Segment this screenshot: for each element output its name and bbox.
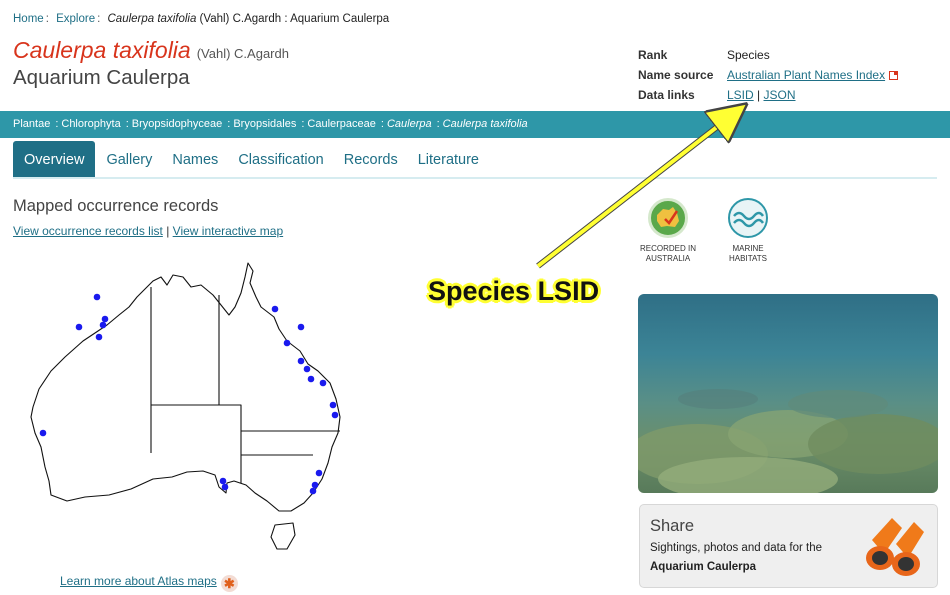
classification-bar: Plantae: Chlorophyta: Bryopsidophyceae: Bry… xyxy=(0,111,950,138)
occurrence-heading: Mapped occurrence records xyxy=(13,197,219,215)
breadcrumb-separator: : xyxy=(45,13,49,25)
occurrence-dot[interactable] xyxy=(95,333,103,341)
occurrence-dot[interactable] xyxy=(39,429,47,437)
share-box[interactable]: Share Sightings, photos and data for the… xyxy=(639,504,938,588)
occurrence-dot[interactable] xyxy=(219,477,227,485)
taxonomy-separator: : xyxy=(55,118,59,130)
data-links-label: Data links xyxy=(638,88,695,102)
occurrence-map[interactable] xyxy=(25,257,355,562)
taxonomy-separator: : xyxy=(125,118,129,130)
occurrence-dot[interactable] xyxy=(75,323,83,331)
share-text: Sightings, photos and data for the xyxy=(650,542,822,554)
occurrence-dot[interactable] xyxy=(319,379,327,387)
interactive-map-link[interactable]: View interactive map xyxy=(173,224,284,238)
marine-habitats-badge[interactable]: MARINE HABITATS xyxy=(728,198,768,264)
binoculars-icon xyxy=(866,518,924,576)
taxonomy-link[interactable]: Bryopsidales xyxy=(233,118,296,130)
share-heading: Share xyxy=(650,517,695,535)
learn-maps-link[interactable]: Learn more about Atlas maps xyxy=(60,574,217,588)
occurrence-dot[interactable] xyxy=(101,315,109,323)
name-source-link[interactable]: Australian Plant Names Index xyxy=(727,68,885,82)
common-name: Aquarium Caulerpa xyxy=(13,66,190,89)
tab-bar: Overview Gallery Names Classification Record… xyxy=(13,141,489,179)
breadcrumb-current-rest: (Vahl) C.Agardh : Aquarium Caulerpa xyxy=(196,13,390,25)
tab-names[interactable]: Names xyxy=(162,141,228,179)
occurrence-dot[interactable] xyxy=(309,487,317,495)
json-link[interactable]: JSON xyxy=(764,88,796,102)
occurrence-dot[interactable] xyxy=(331,411,339,419)
badge-line2: HABITATS xyxy=(729,254,767,263)
taxonomy-separator: : xyxy=(380,118,384,130)
taxonomy-link[interactable]: Caulerpa xyxy=(387,118,432,130)
recorded-in-australia-badge[interactable]: RECORDED IN AUSTRALIA xyxy=(640,198,696,264)
australia-outline xyxy=(30,262,341,512)
page-title: Caulerpa taxifolia (Vahl) C.Agardh xyxy=(13,37,289,64)
rank-label: Rank xyxy=(638,48,668,62)
badge-line1: RECORDED IN xyxy=(640,244,697,253)
badge-line1: MARINE xyxy=(732,244,764,253)
badge-line2: AUSTRALIA xyxy=(645,254,691,263)
occurrence-list-link[interactable]: View occurrence records list xyxy=(13,224,163,238)
state-borders xyxy=(150,287,340,483)
occurrence-dot[interactable] xyxy=(311,481,319,489)
occurrence-dot[interactable] xyxy=(315,469,323,477)
external-link-icon xyxy=(889,71,899,80)
waves-icon xyxy=(728,198,768,238)
breadcrumb-current-scientific: Caulerpa taxifolia xyxy=(107,13,197,25)
occurrence-dot[interactable] xyxy=(307,375,315,383)
tab-records[interactable]: Records xyxy=(334,141,408,179)
occurrence-dot[interactable] xyxy=(93,293,101,301)
taxonomy-separator: : xyxy=(227,118,231,130)
learn-maps: Learn more about Atlas maps ✱ xyxy=(60,574,238,592)
occurrence-dot[interactable] xyxy=(271,305,279,313)
scientific-name: Caulerpa taxifolia xyxy=(13,37,191,63)
annotation-label: Species LSID xyxy=(428,276,600,306)
tab-classification[interactable]: Classification xyxy=(228,141,333,179)
occurrence-dot[interactable] xyxy=(303,365,311,373)
occurrence-dot[interactable] xyxy=(99,321,107,329)
occurrence-dot[interactable] xyxy=(221,483,229,491)
tab-gallery[interactable]: Gallery xyxy=(96,141,162,179)
occurrence-dot[interactable] xyxy=(329,401,337,409)
occurrence-dot[interactable] xyxy=(297,357,305,365)
occurrence-links: View occurrence records list | View inte… xyxy=(13,224,283,238)
lsid-link[interactable]: LSID xyxy=(727,88,754,102)
occurrence-dot[interactable] xyxy=(283,339,291,347)
occurrence-dot[interactable] xyxy=(297,323,305,331)
taxonomy-link[interactable]: Caulerpaceae xyxy=(307,118,376,130)
name-source-label: Name source xyxy=(638,68,714,82)
breadcrumb-explore-link[interactable]: Explore xyxy=(56,13,95,25)
rank-value: Species xyxy=(727,48,770,62)
breadcrumb-separator: : xyxy=(97,13,101,25)
tab-literature[interactable]: Literature xyxy=(408,141,489,179)
taxonomy-link[interactable]: Chlorophyta xyxy=(61,118,120,130)
taxonomy-separator: : xyxy=(436,118,440,130)
species-photo[interactable] xyxy=(638,294,938,493)
authority: (Vahl) C.Agardh xyxy=(196,46,289,61)
breadcrumb: Home: Explore: Caulerpa taxifolia (Vahl)… xyxy=(13,13,389,25)
taxonomy-link[interactable]: Caulerpa taxifolia xyxy=(443,118,528,130)
tab-underline xyxy=(13,177,937,179)
star-icon[interactable]: ✱ xyxy=(220,575,238,592)
data-link-separator: | xyxy=(757,88,761,102)
taxonomy-separator: : xyxy=(301,118,305,130)
taxonomy-link[interactable]: Bryopsidophyceae xyxy=(132,118,223,130)
tab-overview[interactable]: Overview xyxy=(13,141,96,179)
taxonomy-link[interactable]: Plantae xyxy=(13,118,50,130)
australia-map-icon xyxy=(648,198,688,238)
occurrence-link-separator: | xyxy=(166,224,170,238)
tasmania-outline xyxy=(270,522,296,550)
breadcrumb-home-link[interactable]: Home xyxy=(13,13,44,25)
share-species-name: Aquarium Caulerpa xyxy=(650,561,757,573)
species-meta: Rank Species Name source Australian Plant … xyxy=(638,45,899,105)
